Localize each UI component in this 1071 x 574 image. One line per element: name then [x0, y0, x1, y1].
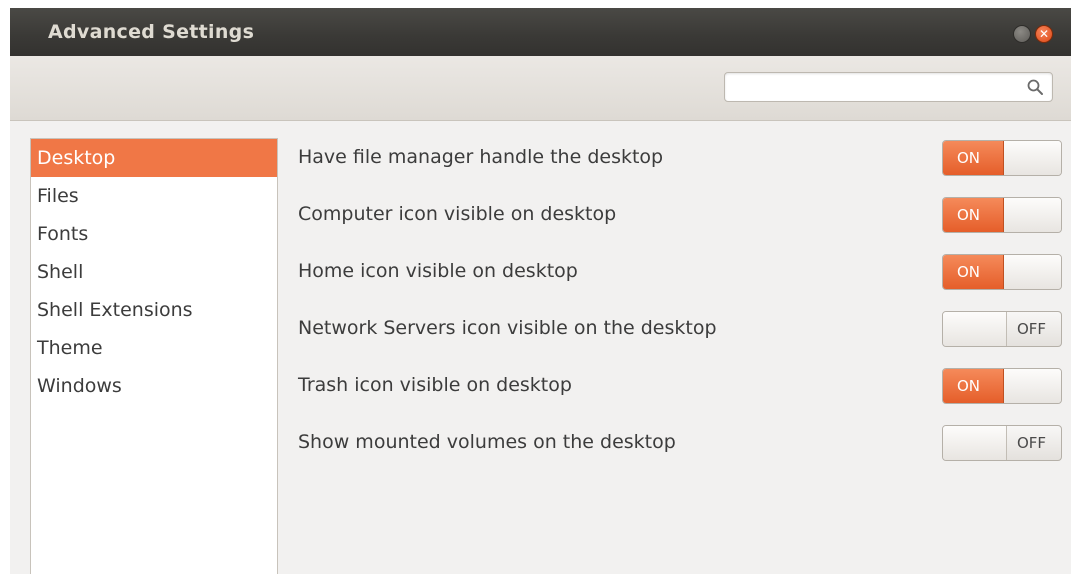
sidebar-item-shell[interactable]: Shell: [31, 253, 277, 291]
setting-label: Trash icon visible on desktop: [298, 374, 572, 396]
setting-label: Home icon visible on desktop: [298, 260, 578, 282]
toggle-state: ON: [957, 149, 981, 167]
setting-row-network-servers-icon: Network Servers icon visible on the desk…: [278, 309, 1071, 349]
search-icon[interactable]: [1026, 78, 1044, 96]
toggle-state: OFF: [1017, 434, 1047, 452]
toggle-knob[interactable]: [1003, 255, 1061, 289]
sidebar-item-shell-extensions[interactable]: Shell Extensions: [31, 291, 277, 329]
close-icon[interactable]: ✕: [1035, 25, 1053, 43]
toggle-mounted-volumes[interactable]: OFF: [942, 425, 1062, 461]
toggle-computer-icon[interactable]: ON: [942, 197, 1062, 233]
toggle-state: ON: [957, 263, 981, 281]
setting-row-mounted-volumes: Show mounted volumes on the desktop OFF: [278, 423, 1071, 463]
window-title: Advanced Settings: [48, 21, 255, 43]
title-bar[interactable]: Advanced Settings ✕: [10, 8, 1071, 56]
setting-label: Show mounted volumes on the desktop: [298, 431, 676, 453]
toggle-trash-icon[interactable]: ON: [942, 368, 1062, 404]
sidebar-item-files[interactable]: Files: [31, 177, 277, 215]
setting-label: Have file manager handle the desktop: [298, 146, 664, 168]
sidebar-item-desktop[interactable]: Desktop: [31, 139, 277, 177]
toggle-state: ON: [957, 377, 981, 395]
setting-row-computer-icon: Computer icon visible on desktop ON: [278, 195, 1071, 235]
sidebar-item-theme[interactable]: Theme: [31, 329, 277, 367]
search-box[interactable]: [724, 72, 1053, 102]
toggle-knob[interactable]: [1003, 369, 1061, 403]
toggle-home-icon[interactable]: ON: [942, 254, 1062, 290]
toggle-knob[interactable]: [1003, 141, 1061, 175]
desktop-settings-panel: Have file manager handle the desktop ON …: [278, 138, 1071, 574]
advanced-settings-window: Advanced Settings ✕ Desktop Files Fonts …: [10, 8, 1071, 574]
setting-label: Network Servers icon visible on the desk…: [298, 317, 717, 339]
toggle-knob[interactable]: [943, 312, 1007, 346]
toggle-state: ON: [957, 206, 981, 224]
setting-row-file-manager-desktop: Have file manager handle the desktop ON: [278, 138, 1071, 178]
toolbar: [10, 56, 1071, 121]
category-sidebar: Desktop Files Fonts Shell Shell Extensio…: [30, 138, 278, 574]
setting-label: Computer icon visible on desktop: [298, 203, 617, 225]
toggle-state: OFF: [1017, 320, 1047, 338]
minimize-icon[interactable]: [1013, 25, 1031, 43]
toggle-knob[interactable]: [943, 426, 1007, 460]
search-input[interactable]: [731, 76, 1015, 100]
setting-row-trash-icon: Trash icon visible on desktop ON: [278, 366, 1071, 406]
sidebar-item-windows[interactable]: Windows: [31, 367, 277, 405]
toggle-knob[interactable]: [1003, 198, 1061, 232]
toggle-file-manager-desktop[interactable]: ON: [942, 140, 1062, 176]
sidebar-item-fonts[interactable]: Fonts: [31, 215, 277, 253]
toggle-network-servers-icon[interactable]: OFF: [942, 311, 1062, 347]
setting-row-home-icon: Home icon visible on desktop ON: [278, 252, 1071, 292]
